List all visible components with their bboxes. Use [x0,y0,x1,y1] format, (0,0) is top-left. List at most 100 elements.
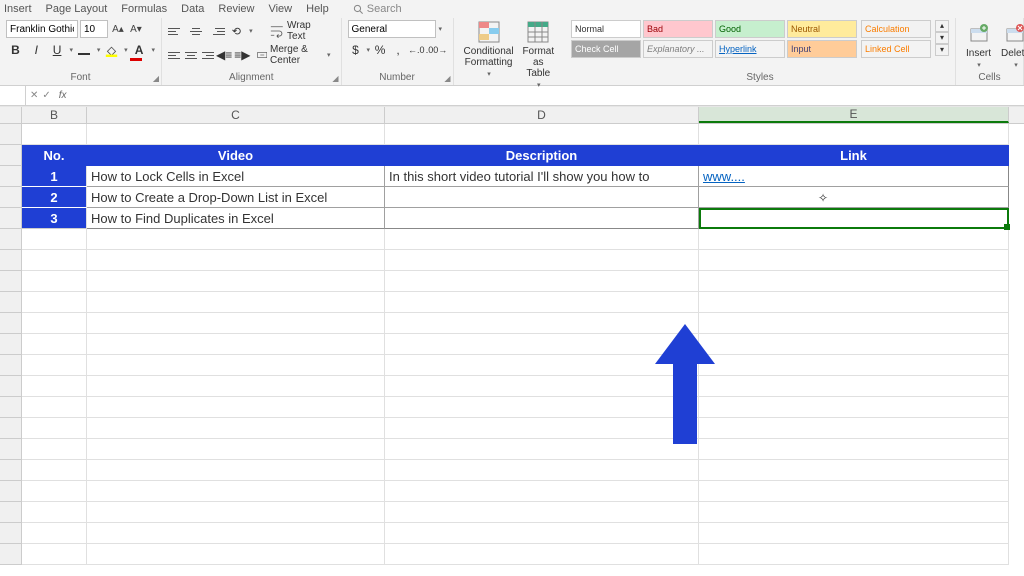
table-header-link[interactable]: Link [699,145,1009,166]
row-header[interactable] [0,460,22,481]
table-cell-description[interactable] [385,208,699,229]
cell[interactable] [699,229,1009,250]
table-cell-link[interactable] [699,208,1009,229]
row-header[interactable] [0,187,22,208]
cell[interactable] [385,418,699,439]
cell[interactable] [699,481,1009,502]
cell[interactable] [87,334,385,355]
style-check-cell[interactable]: Check Cell [571,40,641,58]
menu-data[interactable]: Data [181,3,204,15]
menu-view[interactable]: View [268,3,292,15]
cell[interactable] [699,124,1009,145]
menu-formulas[interactable]: Formulas [121,3,167,15]
worksheet-grid[interactable]: No. Video Description Link 1 How to Lock… [0,124,1024,565]
cell[interactable] [22,544,87,565]
italic-button[interactable]: I [27,40,46,60]
increase-decimal-icon[interactable]: ←.0 [408,40,425,60]
table-cell-video[interactable]: How to Lock Cells in Excel [87,166,385,187]
cell[interactable] [699,523,1009,544]
cell[interactable] [87,292,385,313]
format-as-table-button[interactable]: Format as Table ▾ [518,20,559,89]
cell[interactable] [385,460,699,481]
cell[interactable] [699,355,1009,376]
cell[interactable] [385,271,699,292]
cell[interactable] [385,355,699,376]
cell[interactable] [87,229,385,250]
percent-icon[interactable]: % [372,40,388,60]
row-header[interactable] [0,124,22,145]
alignment-dialog-launcher-icon[interactable]: ◢ [332,74,338,83]
table-header-video[interactable]: Video [87,145,385,166]
row-header[interactable] [0,250,22,271]
increase-indent-icon[interactable]: ≡▶ [234,45,250,65]
cell[interactable] [699,250,1009,271]
delete-cells-button[interactable]: Delete▾ [997,23,1024,69]
merge-center-button[interactable]: Merge & Center ▾ [253,44,335,66]
cell[interactable] [699,397,1009,418]
cell[interactable] [87,523,385,544]
cell[interactable] [385,376,699,397]
row-header[interactable] [0,418,22,439]
table-cell-link[interactable]: www.... [699,166,1009,187]
cell[interactable] [385,502,699,523]
col-header-c[interactable]: C [87,107,385,123]
cell[interactable] [22,439,87,460]
row-header[interactable] [0,313,22,334]
style-neutral[interactable]: Neutral [787,20,857,38]
fx-icon[interactable]: fx [55,90,71,101]
row-header[interactable] [0,334,22,355]
cell[interactable] [699,334,1009,355]
table-cell-no[interactable]: 2 [22,187,87,208]
hyperlink[interactable]: www.... [703,169,745,184]
cell[interactable] [22,229,87,250]
cell[interactable] [22,376,87,397]
enter-formula-icon[interactable]: ✓ [42,90,50,101]
row-header[interactable] [0,166,22,187]
font-dialog-launcher-icon[interactable]: ◢ [153,74,159,83]
search-icon[interactable]: Search [353,3,402,15]
increase-font-icon[interactable]: A▴ [110,20,126,38]
cell[interactable] [385,229,699,250]
currency-icon[interactable]: $ [348,40,364,60]
row-header[interactable] [0,145,22,166]
style-scroll-more-icon[interactable]: ▾ [935,44,949,56]
cell[interactable] [87,250,385,271]
align-middle-icon[interactable] [188,23,206,39]
name-box[interactable] [0,86,26,105]
cancel-formula-icon[interactable]: ✕ [30,90,38,101]
cell[interactable] [699,460,1009,481]
row-header[interactable] [0,229,22,250]
font-color-icon[interactable]: A [130,40,149,60]
align-left-icon[interactable] [168,47,182,63]
table-cell-video[interactable]: How to Create a Drop-Down List in Excel [87,187,385,208]
cell[interactable] [22,481,87,502]
cell[interactable] [87,418,385,439]
align-center-icon[interactable] [184,47,198,63]
select-all-corner[interactable] [0,107,22,123]
number-format-select[interactable] [348,20,436,38]
table-cell-no[interactable]: 3 [22,208,87,229]
cell[interactable] [385,544,699,565]
menu-review[interactable]: Review [218,3,254,15]
table-cell-description[interactable]: In this short video tutorial I'll show y… [385,166,699,187]
col-header-b[interactable]: B [22,107,87,123]
cell[interactable] [87,124,385,145]
style-bad[interactable]: Bad [643,20,713,38]
row-header[interactable] [0,544,22,565]
cell[interactable] [385,292,699,313]
fill-color-icon[interactable] [102,40,121,60]
cell[interactable] [87,502,385,523]
cell[interactable] [22,124,87,145]
cell[interactable] [699,292,1009,313]
cell[interactable] [22,502,87,523]
decrease-decimal-icon[interactable]: .00→ [427,40,447,60]
row-header[interactable] [0,481,22,502]
cell[interactable] [385,124,699,145]
cell[interactable] [699,544,1009,565]
cell[interactable] [87,460,385,481]
cell[interactable] [87,481,385,502]
style-good[interactable]: Good [715,20,785,38]
align-right-icon[interactable] [200,47,214,63]
cell[interactable] [87,439,385,460]
decrease-font-icon[interactable]: A▾ [128,20,144,38]
